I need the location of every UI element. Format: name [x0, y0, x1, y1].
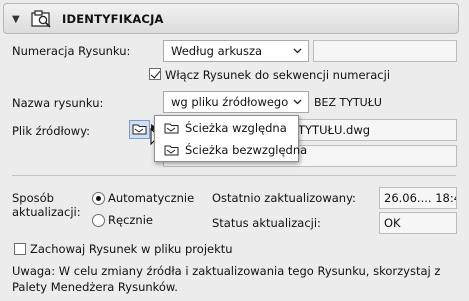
last-updated-value: 26.06.... 18:46	[379, 187, 457, 209]
drawing-id-icon	[31, 10, 51, 28]
numbering-label: Numeracja Rysunku:	[12, 44, 131, 58]
numbering-extra-field	[313, 40, 457, 62]
menu-item-absolute-path[interactable]: Ścieżka bezwzględna	[155, 139, 307, 160]
menu-item-label: Ścieżka względna	[185, 121, 287, 135]
include-in-sequence-checkbox[interactable]	[149, 68, 161, 80]
folder-icon	[164, 123, 179, 134]
drawing-name-result: BEZ TYTUŁU	[314, 96, 382, 109]
update-manual-label: Ręcznie	[108, 213, 153, 227]
path-type-menu: Ścieżka względna Ścieżka bezwzględna	[154, 115, 307, 162]
panel-title: IDENTYFIKACJA	[62, 12, 164, 26]
note-text: Uwaga: W celu zmiany źródła i zaktualizo…	[12, 264, 441, 294]
numbering-value: Według arkusza	[171, 44, 263, 58]
menu-item-label: Ścieżka bezwzględna	[185, 143, 308, 157]
chevron-down-icon	[293, 48, 302, 54]
update-status-value: OK	[379, 212, 457, 234]
menu-item-relative-path[interactable]: Ścieżka względna	[155, 117, 298, 138]
chevron-down-icon	[293, 99, 302, 105]
update-status-label: Status aktualizacji:	[212, 216, 321, 230]
update-auto-label: Automatycznie	[108, 191, 195, 205]
keep-in-project-checkbox[interactable]	[14, 243, 26, 255]
section-divider	[12, 175, 456, 176]
keep-in-project-label: Zachowaj Rysunek w pliku projektu	[30, 242, 233, 256]
drawing-name-select[interactable]: wg pliku źródłowego	[163, 91, 309, 113]
update-auto-radio[interactable]	[92, 192, 105, 205]
collapse-arrow-icon[interactable]: ▼	[12, 14, 20, 25]
folder-icon	[164, 145, 179, 156]
update-method-label: Sposób aktualizacji:	[12, 191, 81, 219]
source-path-button[interactable]	[129, 120, 150, 139]
source-file-path: TYTUŁU.dwg	[298, 123, 371, 137]
update-manual-radio[interactable]	[92, 214, 105, 227]
drawing-name-value: wg pliku źródłowego	[171, 95, 289, 109]
include-in-sequence-label: Włącz Rysunek do sekwencji numeracji	[165, 68, 391, 82]
numbering-select[interactable]: Według arkusza	[163, 40, 309, 62]
last-updated-label: Ostatnio zaktualizowany:	[212, 191, 356, 205]
folder-icon	[132, 124, 147, 135]
identification-panel-header[interactable]: ▼ IDENTYFIKACJA	[3, 3, 459, 34]
source-file-label: Plik źródłowy:	[12, 124, 91, 138]
drawing-name-label: Nazwa rysunku:	[12, 96, 104, 110]
